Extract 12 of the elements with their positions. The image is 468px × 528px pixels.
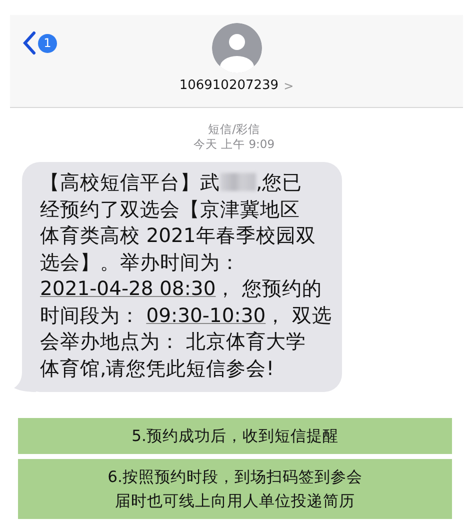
back-icon[interactable] xyxy=(22,31,36,55)
blurred-name xyxy=(220,173,256,191)
message-timestamp: 今天 上午 9:09 xyxy=(193,137,275,152)
step-caption: 6.按照预约时段，到场扫码签到参会 届时也可线上向用人单位投递简历 xyxy=(18,459,452,519)
message-bubble: 【高校短信平台】武 ,您已 经预约了双选会【京津冀地区 体育类高校 2021年春季校园双 选会】。举办时间为： 2021-04-28 08:30， 您预约的 时间段为： 09:30-10:30， 双选 会举办地点为： 北京体育大学 体育馆,请您凭此短信参会! xyxy=(22,162,342,392)
avatar-icon[interactable] xyxy=(212,23,262,73)
message-service: 短信/彩信 xyxy=(208,122,260,137)
unread-badge: 1 xyxy=(38,34,57,52)
date-link[interactable]: 2021-04-28 08:30 xyxy=(40,277,216,300)
date-link[interactable]: 09:30-10:30 xyxy=(146,304,266,326)
contact-number[interactable]: 106910207239 xyxy=(179,78,279,93)
step-caption: 5.预约成功后，收到短信提醒 xyxy=(18,418,452,454)
